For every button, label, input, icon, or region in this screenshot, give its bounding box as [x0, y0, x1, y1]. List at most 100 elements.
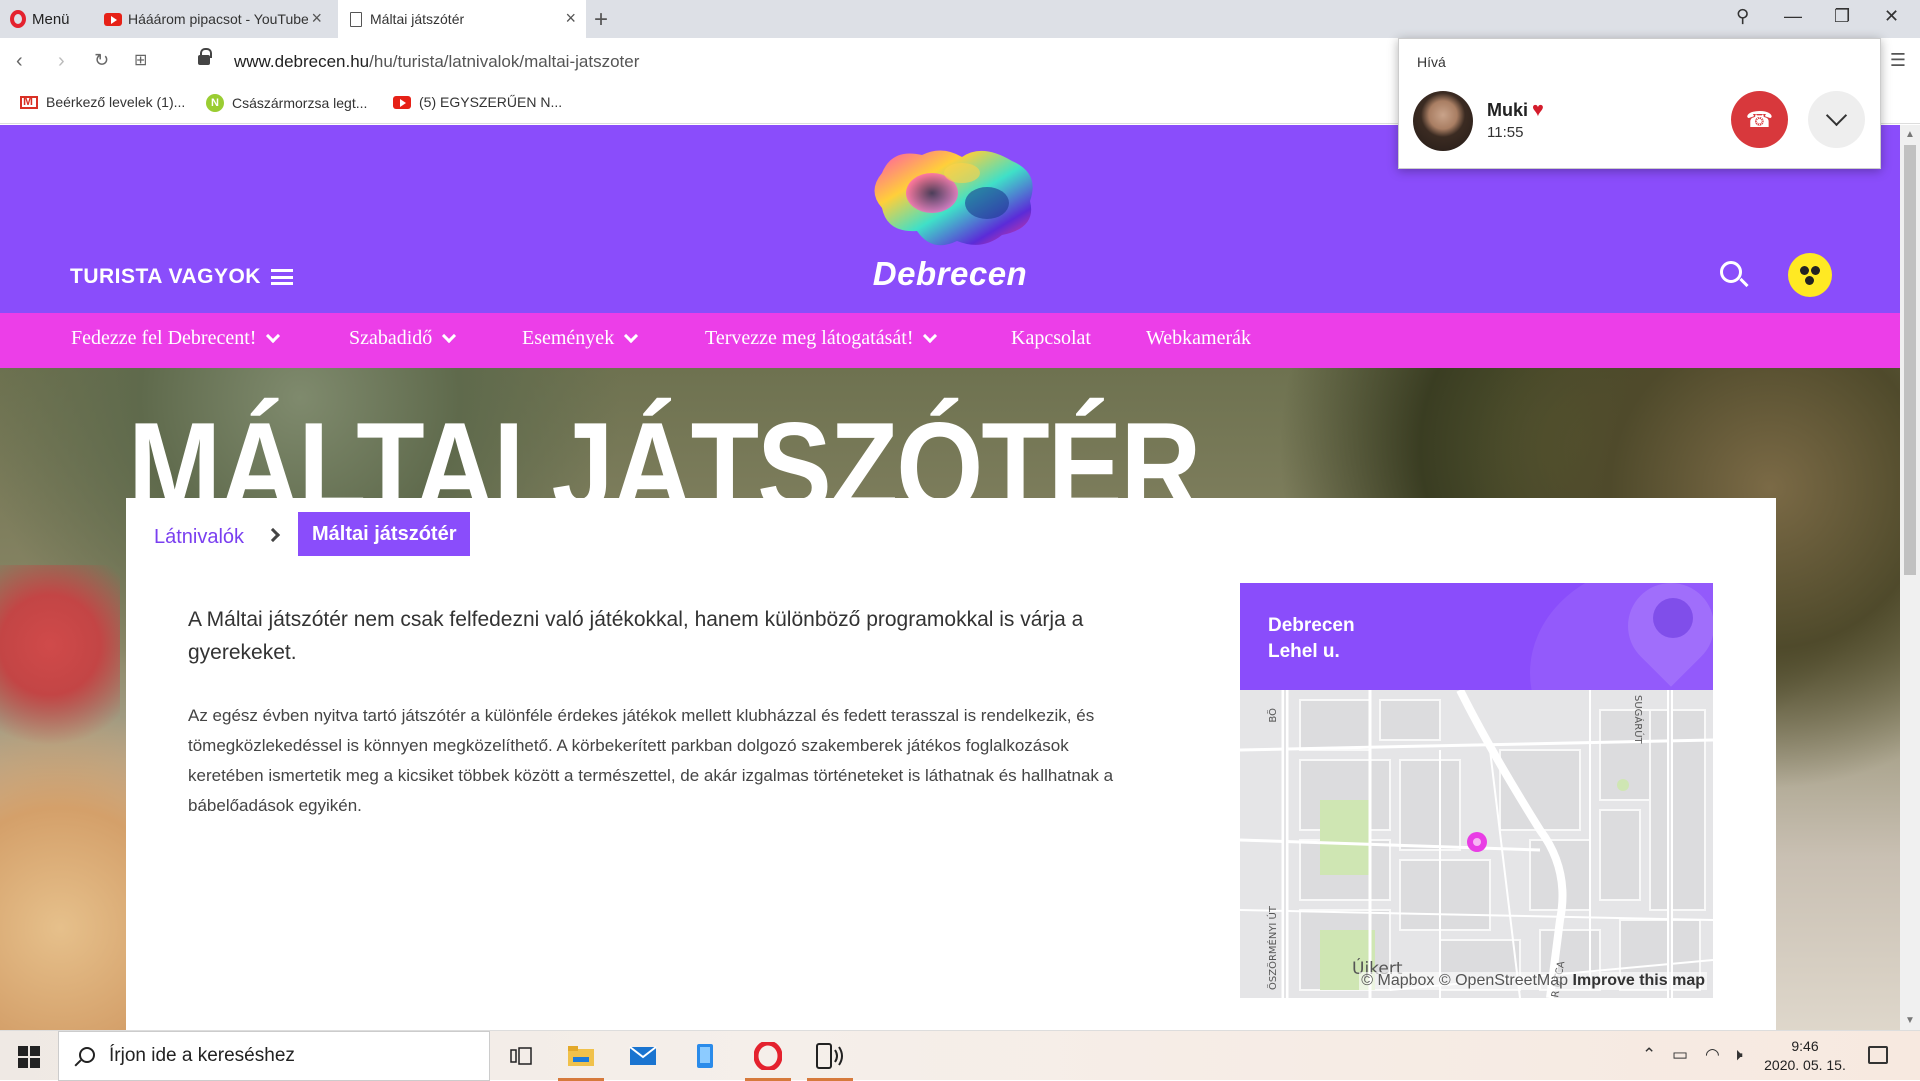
nav-tervezze-meg[interactable]: Tervezze meg látogatását! [705, 327, 938, 350]
menu-label: Menü [32, 10, 70, 28]
mail-icon[interactable] [616, 1031, 670, 1081]
scroll-up-icon[interactable]: ▲ [1905, 129, 1915, 140]
website-viewport: TURISTA VAGYOK Debrecen Fedezze fel Debr… [0, 125, 1900, 1030]
nav-label: Események [522, 327, 615, 349]
nav-fedezze-fel[interactable]: Fedezze fel Debrecent! [71, 327, 281, 350]
accessibility-icon[interactable] [1788, 253, 1832, 297]
turista-menu-toggle[interactable]: TURISTA VAGYOK [70, 265, 293, 289]
content-panel: Látnivalók Máltai játszótér A Máltai ját… [126, 498, 1776, 1030]
scrollbar-thumb[interactable] [1904, 145, 1916, 575]
opera-taskbar-icon[interactable] [741, 1031, 795, 1081]
map-view[interactable]: BÖ ÖSZÖRMÉNYI ÚT SUGÁRÚT R UTCA Újkert [1240, 690, 1713, 998]
nav-label: Tervezze meg látogatását! [705, 327, 914, 349]
breadcrumb-parent-link[interactable]: Látnivalók [154, 526, 244, 549]
body-paragraph: Az egész évben nyitva tartó játszótér a … [188, 706, 1114, 815]
scroll-down-icon[interactable]: ▼ [1905, 1015, 1915, 1026]
call-popup-title: Hívá [1417, 54, 1446, 70]
your-phone-icon[interactable] [803, 1031, 857, 1081]
url-path: /hu/turista/latnivalok/maltai-jatszoter [369, 52, 640, 71]
nav-szabadido[interactable]: Szabadidő [349, 327, 457, 350]
notifications-icon[interactable] [1868, 1046, 1888, 1064]
close-tab-icon[interactable]: × [565, 9, 576, 27]
chevron-down-icon [923, 328, 938, 343]
phone-companion-icon[interactable] [678, 1031, 732, 1081]
tab-maltai[interactable]: Máltai játszótér × [338, 0, 586, 38]
logo-text[interactable]: Debrecen [850, 255, 1050, 293]
nav-webkamerak[interactable]: Webkamerák [1146, 327, 1251, 350]
url-host: www.debrecen.hu [234, 52, 370, 71]
bookmark-youtube[interactable]: (5) EGYSZERŰEN N... [393, 94, 562, 110]
tab-title: Máltai játszótér [370, 11, 465, 27]
nav-kapcsolat[interactable]: Kapcsolat [1011, 327, 1091, 350]
page-scrollbar[interactable]: ▲ ▼ [1900, 125, 1920, 1030]
volume-icon[interactable]: 🕨 [1732, 1045, 1743, 1065]
easy-setup-icon[interactable]: ☰ [1890, 50, 1906, 71]
system-clock[interactable]: 9:46 2020. 05. 15. [1760, 1037, 1850, 1075]
bookmark-label: Császármorzsa legt... [232, 95, 368, 111]
back-icon[interactable]: ‹ [16, 50, 23, 73]
tab-title: Hááárom pipacsot - YouTube [128, 11, 308, 27]
map-attribution-text[interactable]: © Mapbox © OpenStreetMap [1361, 972, 1568, 989]
tab-youtube[interactable]: Hááárom pipacsot - YouTube × [92, 0, 332, 38]
bookmark-gmail[interactable]: Beérkező levelek (1)... [20, 94, 185, 110]
expand-call-button[interactable] [1808, 91, 1865, 148]
chevron-down-icon [442, 328, 457, 343]
nav-label: Fedezze fel Debrecent! [71, 327, 257, 349]
file-explorer-icon[interactable] [554, 1031, 608, 1081]
clock-date: 2020. 05. 15. [1764, 1057, 1846, 1073]
speed-dial-icon[interactable]: ⊞ [134, 50, 147, 70]
url-field[interactable]: www.debrecen.hu/hu/turista/latnivalok/ma… [234, 52, 639, 72]
browser-tab-bar: Menü Hááárom pipacsot - YouTube × Máltai… [0, 0, 1920, 38]
task-view-icon[interactable] [494, 1031, 548, 1081]
opera-menu-button[interactable]: Menü [10, 8, 70, 30]
chevron-right-icon [265, 527, 281, 543]
section-label: TURISTA VAGYOK [70, 265, 261, 288]
nav-label: Webkamerák [1146, 327, 1251, 349]
heart-icon: ♥ [1532, 99, 1544, 121]
clock-time: 9:46 [1791, 1038, 1819, 1054]
network-icon[interactable]: ◠ [1705, 1045, 1720, 1065]
bookmark-label: Beérkező levelek (1)... [46, 94, 186, 110]
bookmark-label: (5) EGYSZERŰEN N... [419, 94, 563, 110]
hamburger-icon [270, 269, 293, 285]
hang-up-button[interactable]: ☎ [1731, 91, 1788, 148]
battery-icon[interactable]: ▭ [1672, 1045, 1688, 1065]
map-label: SUGÁRÚT [1632, 695, 1645, 745]
nav-esemenyek[interactable]: Események [522, 327, 639, 350]
new-tab-icon[interactable]: + [594, 6, 608, 34]
reload-icon[interactable]: ↻ [94, 50, 109, 71]
search-icon[interactable] [1720, 261, 1742, 283]
search-icon [79, 1047, 95, 1063]
debrecen-logo-icon[interactable] [862, 143, 1042, 253]
gmail-icon [20, 94, 38, 109]
minimize-icon[interactable]: — [1784, 6, 1802, 27]
caller-avatar [1413, 91, 1473, 151]
map-label: ÖSZÖRMÉNYI ÚT [1266, 905, 1279, 990]
show-hidden-icons-icon[interactable]: ⌃ [1642, 1045, 1656, 1065]
improve-map-link[interactable]: Improve this map [1573, 972, 1705, 989]
map-attribution[interactable]: © Mapbox © OpenStreetMap Improve this ma… [1359, 972, 1707, 990]
chevron-down-icon [266, 328, 281, 343]
caller-name: Muki ♥ [1487, 99, 1544, 122]
bookmark-csaszarmorzsa[interactable]: N Császármorzsa legt... [206, 94, 367, 112]
map-address: Debrecen Lehel u. [1268, 613, 1355, 665]
opera-logo-icon [10, 10, 26, 28]
lock-icon[interactable] [198, 48, 212, 65]
call-duration: 11:55 [1487, 124, 1524, 141]
incoming-call-popup: Hívá Muki ♥ 11:55 ☎ [1398, 38, 1881, 169]
forward-icon[interactable]: › [58, 50, 65, 73]
tab-search-icon[interactable]: ⚲ [1736, 6, 1749, 27]
nav-label: Szabadidő [349, 327, 433, 349]
breadcrumb-current: Máltai játszótér [298, 512, 471, 556]
windows-taskbar: Írjon ide a kereséshez ⌃ ▭ ◠ 🕨 9:46 2020… [0, 1030, 1920, 1081]
map-card-header: Debrecen Lehel u. [1240, 583, 1713, 690]
restore-icon[interactable]: ❐ [1834, 6, 1850, 27]
lead-paragraph: A Máltai játszótér nem csak felfedezni v… [188, 608, 1084, 664]
close-tab-icon[interactable]: × [311, 9, 322, 27]
map-label: BÖ [1266, 708, 1279, 723]
n-icon: N [206, 94, 224, 112]
close-window-icon[interactable]: ✕ [1884, 6, 1899, 27]
taskbar-search-box[interactable]: Írjon ide a kereséshez [58, 1031, 490, 1081]
windows-start-icon[interactable] [18, 1046, 40, 1068]
caller-name-text: Muki [1487, 100, 1529, 120]
